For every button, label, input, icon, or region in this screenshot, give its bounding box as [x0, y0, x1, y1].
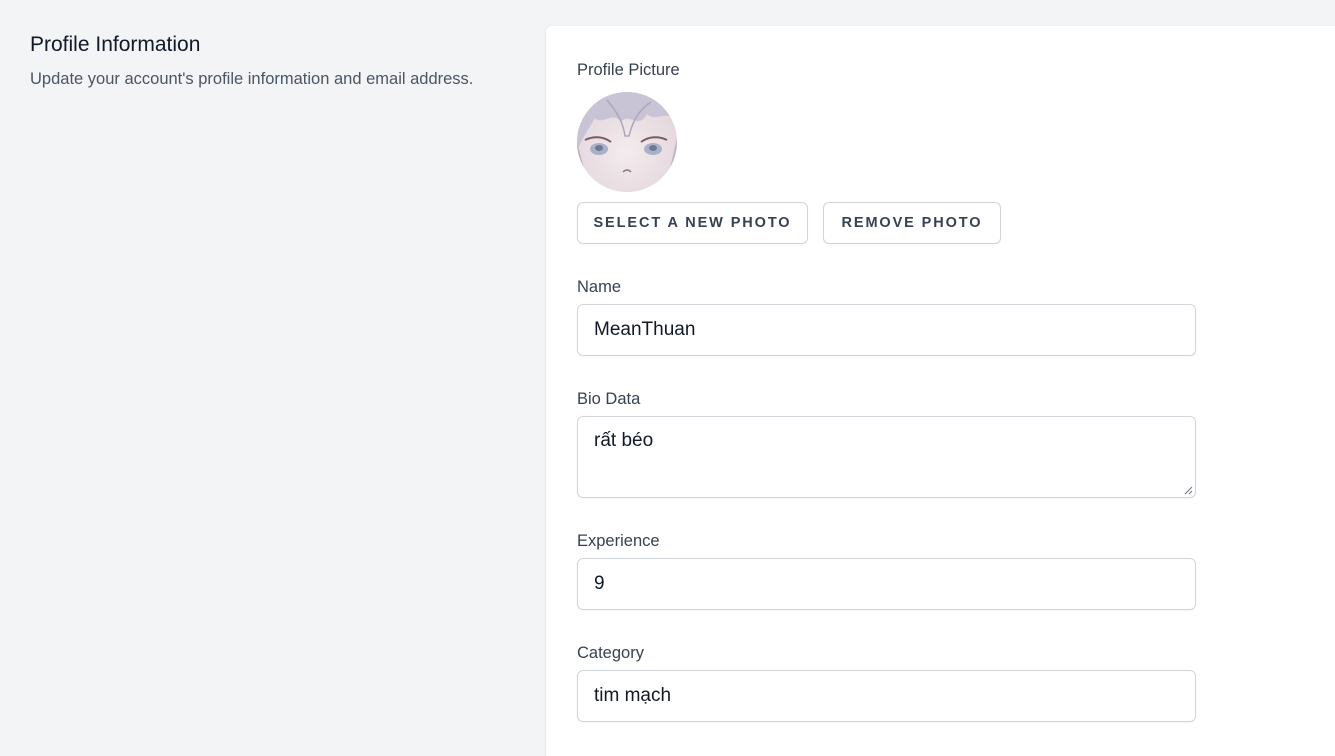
- profile-picture-label: Profile Picture: [577, 61, 680, 79]
- category-input[interactable]: tim mạch: [577, 670, 1196, 722]
- category-label: Category: [577, 644, 644, 662]
- experience-label: Experience: [577, 532, 660, 550]
- section-title: Profile Information: [30, 33, 201, 56]
- avatar: [577, 92, 677, 192]
- profile-page: Profile Information Update your account'…: [0, 0, 1335, 756]
- section-header: Profile Information Update your account'…: [30, 31, 530, 91]
- name-label: Name: [577, 278, 622, 296]
- remove-photo-button[interactable]: Remove Photo: [823, 202, 1001, 244]
- select-new-photo-button[interactable]: Select a New Photo: [577, 202, 808, 244]
- name-input[interactable]: MeanThuan: [577, 304, 1196, 356]
- profile-form-card: Profile Picture SELECT A NEW PHOTO REMOV…: [546, 26, 1335, 756]
- bio-value: rất béo: [594, 430, 654, 451]
- bio-label: Bio Data: [577, 390, 641, 408]
- bio-textarea[interactable]: rất béo: [577, 416, 1196, 498]
- resize-handle-icon[interactable]: [1184, 486, 1193, 495]
- experience-input[interactable]: 9: [577, 558, 1196, 610]
- avatar-image: [577, 92, 677, 192]
- section-description: Update your account's profile informatio…: [30, 70, 474, 88]
